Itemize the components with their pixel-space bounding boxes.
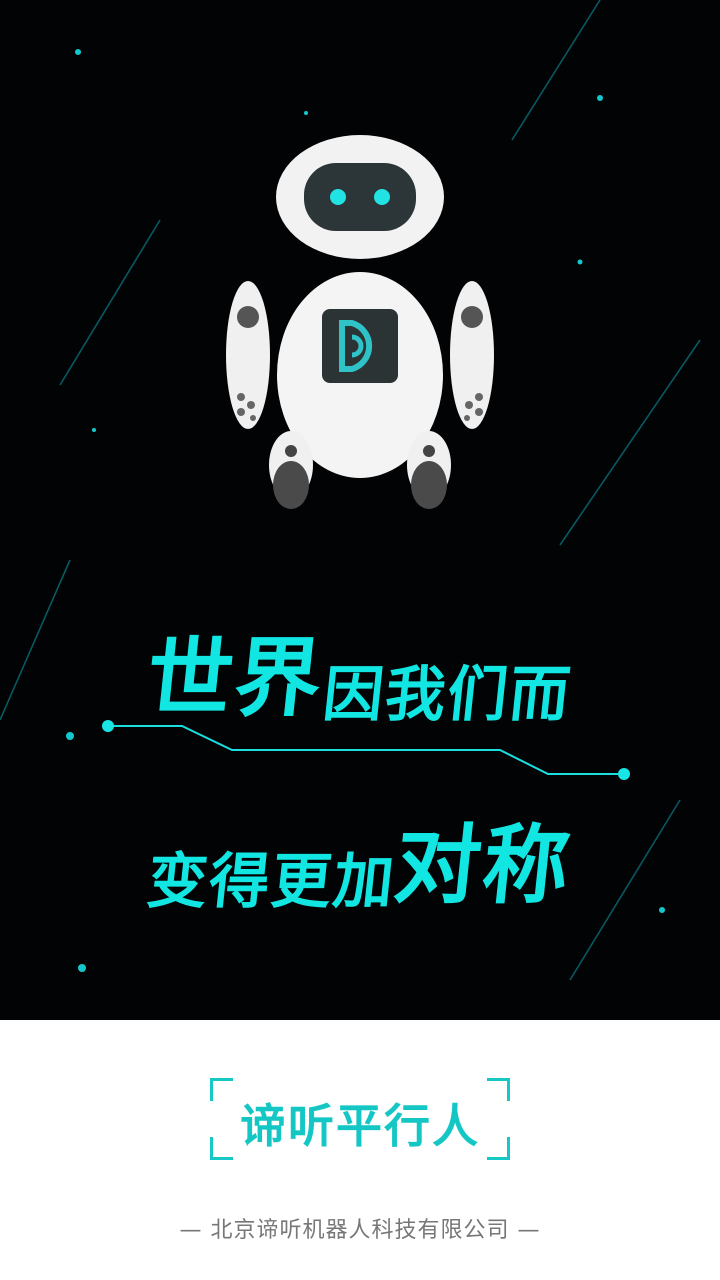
brand-name: 谛听平行人 [240,1099,480,1153]
hero-section: 世界因我们而 变得更加对称 [0,0,720,1020]
headline-line-1: 世界因我们而 [0,608,720,730]
headline-because-we: 因我们而 [319,660,576,730]
splash-screen: 世界因我们而 变得更加对称 谛听平行人 — 北京谛听机器人科技有限公司 — [0,0,720,1280]
headline-line-2: 变得更加对称 [0,795,720,917]
headline-become-more: 变得更加 [143,847,400,917]
robot-mascot-icon [226,135,494,509]
brand-footer: 谛听平行人 — 北京谛听机器人科技有限公司 — [0,1020,720,1280]
headline-symmetric: 对称 [389,816,577,916]
company-name: — 北京谛听机器人科技有限公司 — [179,1218,541,1243]
headline-world: 世界 [141,629,329,729]
brand-logo-frame: 谛听平行人 [210,1078,510,1160]
